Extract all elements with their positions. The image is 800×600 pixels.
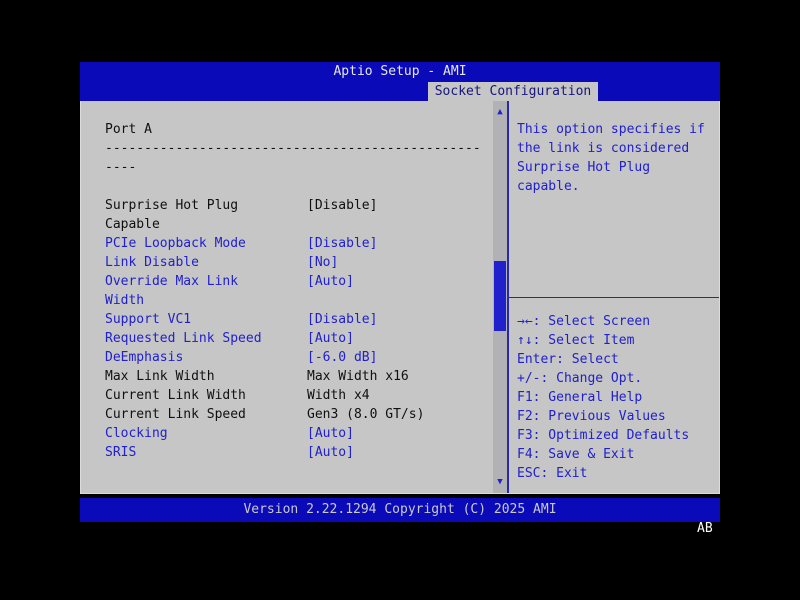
setting-label: Requested Link Speed — [105, 331, 262, 346]
setting-row[interactable]: SRIS [Auto] — [105, 443, 487, 462]
setting-row[interactable]: Link Disable [No] — [105, 253, 487, 272]
setting-value: Width x4 — [307, 388, 370, 403]
bios-screen: Aptio Setup - AMI Socket Configuration P… — [0, 0, 800, 600]
setting-label: Link Disable — [105, 255, 199, 270]
tab-socket-configuration[interactable]: Socket Configuration — [428, 82, 598, 101]
hotkey-hint: +/-: Change Opt. — [517, 371, 643, 386]
section-divider: ----------------------------------------… — [105, 141, 481, 175]
setting-label: Max Link Width — [105, 369, 215, 384]
hotkey-hint: F4: Save & Exit — [517, 447, 635, 462]
setting-label: Support VC1 — [105, 312, 192, 327]
setting-label: SRIS — [105, 445, 137, 460]
setting-row[interactable]: Support VC1 [Disable] — [105, 310, 487, 329]
setting-value: [-6.0 dB] — [307, 350, 378, 365]
help-text: This option specifies if the link is con… — [517, 122, 705, 194]
setting-row: Current Link Width Width x4 — [105, 386, 487, 405]
hotkey-hint: Enter: Select — [517, 352, 619, 367]
setting-value: [Auto] — [307, 331, 354, 346]
main-panel: Port A ---------------------------------… — [80, 101, 720, 494]
setting-label: Current Link Width — [105, 388, 246, 403]
version-bar: Version 2.22.1294 Copyright (C) 2025 AMI — [80, 498, 720, 522]
corner-label: AB — [697, 521, 713, 536]
setting-row[interactable]: DeEmphasis [-6.0 dB] — [105, 348, 487, 367]
setting-row[interactable]: Clocking [Auto] — [105, 424, 487, 443]
setting-label: Override Max Link Width — [105, 274, 239, 308]
setting-row[interactable]: PCIe Loopback Mode [Disable] — [105, 234, 487, 253]
setting-row[interactable]: Surprise Hot Plug Capable [Disable] — [105, 196, 487, 234]
hotkey-list: →←: Select Screen ↑↓: Select Item Enter: S… — [517, 298, 709, 483]
setting-value: Max Width x16 — [307, 369, 409, 384]
setting-label: Clocking — [105, 426, 168, 441]
setting-row: Max Link Width Max Width x16 — [105, 367, 487, 386]
setup-window: Aptio Setup - AMI Socket Configuration P… — [80, 62, 720, 494]
help-pane: This option specifies if the link is con… — [507, 101, 719, 493]
setting-row[interactable]: Requested Link Speed [Auto] — [105, 329, 487, 348]
setting-label: Current Link Speed — [105, 407, 246, 422]
setting-row: Current Link Speed Gen3 (8.0 GT/s) — [105, 405, 487, 424]
scroll-down-icon[interactable]: ▼ — [493, 474, 507, 490]
hotkey-hint: ↑↓: Select Item — [517, 333, 635, 348]
setting-label: PCIe Loopback Mode — [105, 236, 246, 251]
settings-pane: Port A ---------------------------------… — [81, 101, 493, 493]
section-title: Port A — [105, 122, 152, 137]
settings-list: Surprise Hot Plug Capable [Disable] PCIe L… — [105, 196, 487, 462]
scroll-up-icon[interactable]: ▲ — [493, 104, 507, 120]
setting-value: [No] — [307, 255, 339, 270]
tab-bar: Socket Configuration — [80, 82, 720, 101]
hotkey-hint: F3: Optimized Defaults — [517, 428, 690, 443]
scrollbar-thumb[interactable] — [494, 261, 506, 331]
app-title: Aptio Setup - AMI — [80, 62, 720, 82]
hotkey-hint: F2: Previous Values — [517, 409, 666, 424]
setting-label: Surprise Hot Plug Capable — [105, 198, 239, 232]
setting-value: [Auto] — [307, 274, 354, 289]
hotkey-hint: ESC: Exit — [517, 466, 588, 481]
hotkey-hint: →←: Select Screen — [517, 314, 651, 329]
setting-value: Gen3 (8.0 GT/s) — [307, 407, 425, 422]
setting-value: [Auto] — [307, 426, 354, 441]
setting-value: [Auto] — [307, 445, 354, 460]
hotkey-hint: F1: General Help — [517, 390, 643, 405]
setting-value: [Disable] — [307, 198, 378, 213]
setting-row[interactable]: Override Max Link Width [Auto] — [105, 272, 487, 310]
scrollbar[interactable]: ▲ ▼ — [493, 101, 507, 493]
setting-value: [Disable] — [307, 236, 378, 251]
setting-value: [Disable] — [307, 312, 378, 327]
setting-label: DeEmphasis — [105, 350, 184, 365]
